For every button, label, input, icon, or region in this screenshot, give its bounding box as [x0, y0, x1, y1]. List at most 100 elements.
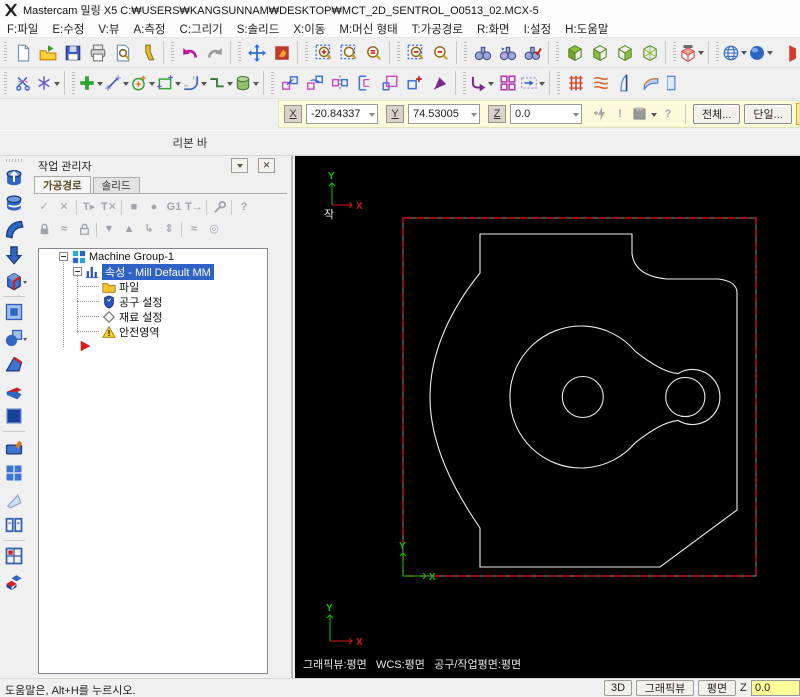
gview-button[interactable]: 그래픽뷰: [636, 680, 694, 696]
solid-chamfer-button[interactable]: [1, 351, 27, 377]
menu-item-5[interactable]: S:솔리드: [230, 20, 287, 37]
create-rect-button[interactable]: [156, 71, 182, 96]
redo-button[interactable]: [202, 40, 227, 65]
solid-flag-button[interactable]: [1, 486, 27, 512]
chevron-down-icon[interactable]: [227, 81, 233, 89]
graphics-viewport[interactable]: Y X 작 Y X Y X 그래픽뷰:평면 WCS:평면 공구/작업평면:평면: [295, 156, 800, 678]
create-fillet-button[interactable]: [182, 71, 208, 96]
xform-project-button[interactable]: [520, 71, 546, 96]
toolbar-grip[interactable]: [673, 42, 676, 63]
autocursor-help-button[interactable]: ?: [658, 104, 678, 124]
menu-item-3[interactable]: A:측정: [126, 20, 172, 37]
menu-item-2[interactable]: V:뷰: [91, 20, 126, 37]
toolbar-grip[interactable]: [271, 72, 274, 94]
solid-dimension-button[interactable]: [1, 512, 27, 538]
chevron-down-icon[interactable]: [54, 81, 60, 89]
chevron-down-icon[interactable]: [488, 81, 494, 89]
pan-button[interactable]: [244, 40, 269, 65]
chevron-down-icon[interactable]: [97, 81, 103, 89]
om-move-down-button[interactable]: ▼: [99, 220, 119, 239]
om-select-all-button[interactable]: ✓: [34, 198, 54, 217]
om-unselect-all-button[interactable]: ✕: [54, 198, 74, 217]
om-move-up-button[interactable]: ▲: [119, 220, 139, 239]
z-coordinate-input[interactable]: 0.0: [510, 104, 582, 124]
toolbar-grip[interactable]: [4, 42, 7, 63]
zoom-window-plus-button[interactable]: [311, 40, 336, 65]
chevron-down-icon[interactable]: [573, 112, 579, 120]
new-file-button[interactable]: [10, 40, 35, 65]
surface-clip-button[interactable]: [663, 71, 688, 96]
select-all-button[interactable]: 전체...: [693, 104, 741, 124]
solid-loft-button[interactable]: [1, 242, 27, 268]
trim-button[interactable]: [10, 71, 35, 96]
fit-screen-button[interactable]: [269, 40, 294, 65]
toolbar-grip[interactable]: [6, 159, 22, 162]
chevron-down-icon[interactable]: [741, 51, 747, 58]
import-button[interactable]: [135, 40, 160, 65]
tree-row-tool-settings[interactable]: 공구 설정: [102, 295, 163, 309]
om-feed-button[interactable]: T→: [184, 198, 204, 217]
solid-array-button[interactable]: [1, 460, 27, 486]
point-button[interactable]: [35, 71, 61, 96]
create-polyline-button[interactable]: [208, 71, 234, 96]
tree-row-stock-setup[interactable]: 재료 설정: [102, 310, 163, 324]
solid-primitives-button[interactable]: [1, 569, 27, 595]
surface-swept-button[interactable]: [638, 71, 663, 96]
om-edit-button[interactable]: [209, 198, 229, 217]
om-regen-all-button[interactable]: T✕: [99, 198, 119, 217]
tree-row-safety-zone[interactable]: 안전영역: [102, 325, 159, 339]
om-backplot-button[interactable]: ■: [124, 198, 144, 217]
tree-row-files[interactable]: 파일: [102, 280, 139, 294]
zoom-equal-button[interactable]: [361, 40, 386, 65]
tree-expander[interactable]: [59, 252, 68, 261]
toolbar-grip[interactable]: [238, 42, 241, 63]
surface-draft-button[interactable]: [613, 71, 638, 96]
chevron-down-icon[interactable]: [201, 81, 207, 89]
xform-scale-button[interactable]: [377, 71, 402, 96]
menu-item-4[interactable]: C:그리기: [172, 20, 229, 37]
autocursor-alert-button[interactable]: !: [610, 104, 630, 124]
gview-wire-button[interactable]: [637, 40, 662, 65]
tree-row-properties[interactable]: 속성 - Mill Default MM: [85, 264, 214, 280]
regen-dirty-button[interactable]: [495, 40, 520, 65]
surface-loft-button[interactable]: [588, 71, 613, 96]
toolbar-grip[interactable]: [4, 72, 7, 94]
wcs-cube-button[interactable]: [679, 40, 705, 65]
menu-item-11[interactable]: H:도움말: [558, 20, 615, 37]
print-preview-button[interactable]: [110, 40, 135, 65]
xform-rotate-button[interactable]: [302, 71, 327, 96]
om-scroll-button[interactable]: ⇕: [159, 220, 179, 239]
menu-item-9[interactable]: R:화면: [470, 20, 517, 37]
chevron-down-icon[interactable]: [23, 281, 27, 286]
chevron-down-icon[interactable]: [175, 81, 181, 89]
wireframe-globe-button[interactable]: [722, 40, 748, 65]
chevron-down-icon[interactable]: [253, 81, 259, 89]
toolbar-grip[interactable]: [557, 72, 560, 94]
chevron-down-icon[interactable]: [369, 112, 375, 120]
menu-item-8[interactable]: T:가공경로: [405, 20, 470, 37]
chevron-down-icon[interactable]: [767, 51, 773, 58]
open-file-button[interactable]: [35, 40, 60, 65]
toolbar-grip[interactable]: [305, 42, 308, 63]
om-toolpath-display-button[interactable]: ≈: [54, 220, 74, 239]
xform-array-button[interactable]: [495, 71, 520, 96]
print-button[interactable]: [85, 40, 110, 65]
menu-item-7[interactable]: M:머신 형태: [332, 20, 404, 37]
create-plus-button[interactable]: [78, 71, 104, 96]
toolbar-grip[interactable]: [464, 42, 467, 63]
tab-solids[interactable]: 솔리드: [92, 177, 140, 193]
plane-button[interactable]: 평면: [698, 680, 736, 696]
solid-thicken-button[interactable]: [1, 377, 27, 403]
menu-item-1[interactable]: E:수정: [45, 20, 91, 37]
create-circle-button[interactable]: [130, 71, 156, 96]
regen-screen-button[interactable]: [470, 40, 495, 65]
solid-boolean-button[interactable]: [1, 325, 27, 351]
om-insert-arrow-button[interactable]: ↳: [139, 220, 159, 239]
chevron-down-icon[interactable]: [651, 112, 657, 120]
autocursor-fast-button[interactable]: [590, 104, 610, 124]
shaded-sphere-button[interactable]: [748, 40, 774, 65]
om-help-button[interactable]: ?: [234, 198, 254, 217]
solid-surface-button[interactable]: [1, 543, 27, 569]
chevron-down-icon[interactable]: [471, 112, 477, 120]
chevron-down-icon[interactable]: [698, 51, 704, 58]
